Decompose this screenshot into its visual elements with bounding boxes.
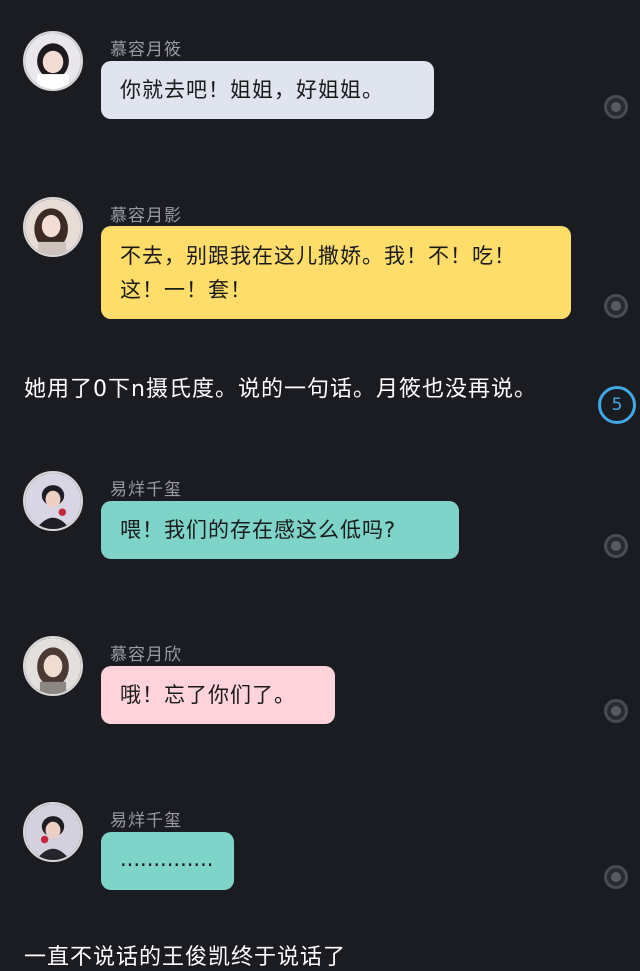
girl-avatar-icon bbox=[25, 33, 81, 89]
message-bubble[interactable]: .............. bbox=[101, 832, 234, 890]
avatar[interactable] bbox=[23, 471, 83, 531]
narration-text: 她用了0下n摄氏度。说的一句话。月筱也没再说。 bbox=[24, 377, 537, 402]
message-status-dot[interactable] bbox=[604, 865, 628, 889]
message-bubble[interactable]: 你就去吧！姐姐，好姐姐。 bbox=[101, 61, 434, 119]
avatar[interactable] bbox=[23, 636, 83, 696]
message-bubble[interactable]: 喂！我们的存在感这么低吗? bbox=[101, 501, 459, 559]
sender-name: 易烊千玺 bbox=[110, 480, 182, 500]
narration-text: 一直不说话的王俊凯终于说话了 bbox=[24, 945, 347, 970]
avatar[interactable] bbox=[23, 197, 83, 257]
sender-name: 慕容月筱 bbox=[110, 40, 182, 60]
girl-avatar-icon bbox=[25, 638, 81, 694]
message-status-dot[interactable] bbox=[604, 294, 628, 318]
message-bubble[interactable]: 不去，别跟我在这儿撒娇。我！不！吃！这！一！套！ bbox=[101, 226, 571, 319]
avatar[interactable] bbox=[23, 802, 83, 862]
boy-avatar-icon bbox=[25, 804, 81, 860]
unread-count-badge[interactable]: 5 bbox=[598, 386, 636, 424]
sender-name: 慕容月欣 bbox=[110, 645, 182, 665]
sender-name: 易烊千玺 bbox=[110, 811, 182, 831]
message-bubble[interactable]: 哦！忘了你们了。 bbox=[101, 666, 335, 724]
message-status-dot[interactable] bbox=[604, 699, 628, 723]
message-status-dot[interactable] bbox=[604, 534, 628, 558]
sender-name: 慕容月影 bbox=[110, 206, 182, 226]
boy-avatar-icon bbox=[25, 473, 81, 529]
avatar[interactable] bbox=[23, 31, 83, 91]
message-status-dot[interactable] bbox=[604, 95, 628, 119]
girl-avatar-icon bbox=[25, 199, 81, 255]
